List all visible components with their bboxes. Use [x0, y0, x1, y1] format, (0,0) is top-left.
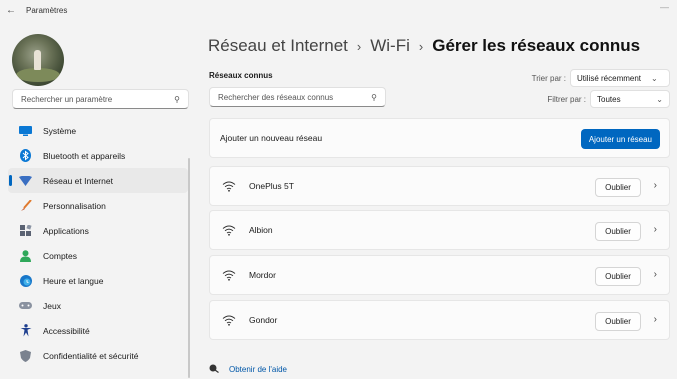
forget-button[interactable]: Oublier [595, 312, 641, 331]
breadcrumb-separator: › [418, 38, 424, 54]
filter-row: Filtrer par : Toutes ⌄ [547, 90, 670, 108]
chevron-right-icon[interactable]: › [654, 224, 657, 235]
settings-search-box[interactable]: ⚲ [12, 89, 189, 109]
search-icon[interactable]: ⚲ [371, 93, 377, 102]
window-title: Paramètres [26, 5, 68, 15]
sort-row: Trier par : Utilisé récemment ⌄ [532, 69, 670, 87]
system-icon [19, 124, 32, 137]
network-row[interactable]: Gondor Oublier › [209, 300, 670, 340]
sidebar-item-label: Accessibilité [43, 325, 90, 336]
sidebar: ⚲ Système Bluetooth et appareils Réseau … [0, 20, 196, 379]
chevron-down-icon: ⌄ [651, 73, 658, 83]
apps-icon [19, 224, 32, 237]
breadcrumb-separator: › [356, 38, 362, 54]
sidebar-item-label: Système [43, 125, 77, 136]
add-network-button[interactable]: Ajouter un réseau [580, 129, 660, 149]
title-bar: ← Paramètres — [0, 0, 677, 20]
chevron-right-icon[interactable]: › [654, 180, 657, 191]
network-name: Mordor [249, 270, 276, 280]
avatar[interactable] [12, 34, 64, 86]
wifi-signal-icon [222, 315, 236, 326]
forget-button[interactable]: Oublier [595, 222, 641, 241]
chevron-right-icon[interactable]: › [654, 269, 657, 280]
sidebar-item-personnalisation[interactable]: Personnalisation [8, 193, 188, 218]
network-name: Albion [249, 225, 273, 235]
sidebar-item-accessibilite[interactable]: Accessibilité [8, 318, 188, 343]
brush-icon [19, 199, 32, 212]
account-icon [19, 249, 32, 262]
gamepad-icon [19, 299, 32, 312]
back-arrow-icon[interactable]: ← [0, 5, 22, 16]
accessibility-icon [19, 324, 32, 337]
network-row[interactable]: OnePlus 5T Oublier › [209, 166, 670, 206]
wifi-signal-icon [222, 270, 236, 281]
network-row[interactable]: Albion Oublier › [209, 210, 670, 250]
forget-button[interactable]: Oublier [595, 267, 641, 286]
help-label[interactable]: Obtenir de l'aide [229, 365, 287, 374]
sort-label: Trier par : [531, 73, 566, 83]
breadcrumb: Réseau et Internet › Wi-Fi › Gérer les r… [208, 36, 640, 56]
wifi-signal-icon [222, 225, 236, 236]
sidebar-scrollbar[interactable] [188, 158, 190, 378]
settings-search-input[interactable] [21, 94, 175, 104]
filter-value: Toutes [597, 94, 621, 104]
clock-globe-icon [19, 274, 32, 287]
section-label: Réseaux connus [209, 71, 273, 80]
chevron-down-icon: ⌄ [656, 94, 663, 104]
sidebar-item-label: Jeux [43, 300, 61, 311]
add-network-label: Ajouter un nouveau réseau [220, 133, 323, 143]
filter-label: Filtrer par : [547, 94, 586, 104]
networks-search-box[interactable]: ⚲ [209, 87, 386, 107]
breadcrumb-wifi[interactable]: Wi-Fi [370, 36, 410, 56]
bluetooth-icon [19, 149, 32, 162]
sidebar-item-label: Personnalisation [43, 200, 106, 211]
shield-icon [19, 349, 32, 362]
sidebar-item-comptes[interactable]: Comptes [8, 243, 188, 268]
network-row[interactable]: Mordor Oublier › [209, 255, 670, 295]
sort-value: Utilisé récemment [577, 73, 642, 83]
sidebar-nav: Système Bluetooth et appareils Réseau et… [8, 118, 188, 368]
sidebar-item-bluetooth[interactable]: Bluetooth et appareils [8, 143, 188, 168]
wifi-signal-icon [222, 181, 236, 192]
sidebar-item-reseau[interactable]: Réseau et Internet [8, 168, 188, 193]
sidebar-item-label: Comptes [43, 250, 78, 261]
add-network-card: Ajouter un nouveau réseau Ajouter un rés… [209, 118, 670, 158]
sidebar-item-label: Confidentialité et sécurité [43, 350, 139, 361]
sidebar-item-applications[interactable]: Applications [8, 218, 188, 243]
forget-button[interactable]: Oublier [595, 178, 641, 197]
network-name: OnePlus 5T [249, 181, 294, 191]
page-title: Gérer les réseaux connus [432, 36, 641, 55]
network-name: Gondor [249, 315, 278, 325]
wifi-icon [19, 174, 32, 187]
sidebar-item-systeme[interactable]: Système [8, 118, 188, 143]
help-icon [209, 364, 219, 375]
window-controls[interactable]: — [660, 2, 669, 12]
chevron-right-icon[interactable]: › [654, 314, 657, 325]
sidebar-item-label: Réseau et Internet [43, 175, 113, 186]
sidebar-item-jeux[interactable]: Jeux [8, 293, 188, 318]
search-icon[interactable]: ⚲ [174, 95, 180, 104]
sidebar-item-confidentialite[interactable]: Confidentialité et sécurité [8, 343, 188, 368]
filter-dropdown[interactable]: Toutes ⌄ [590, 90, 670, 108]
sort-dropdown[interactable]: Utilisé récemment ⌄ [570, 69, 670, 87]
sidebar-item-label: Applications [43, 225, 89, 236]
sidebar-item-heure[interactable]: Heure et langue [8, 268, 188, 293]
sidebar-item-label: Heure et langue [43, 275, 104, 286]
breadcrumb-reseau[interactable]: Réseau et Internet [208, 36, 348, 56]
networks-search-input[interactable] [218, 92, 372, 102]
help-link[interactable]: Obtenir de l'aide [209, 364, 287, 375]
sidebar-item-label: Bluetooth et appareils [43, 150, 126, 161]
